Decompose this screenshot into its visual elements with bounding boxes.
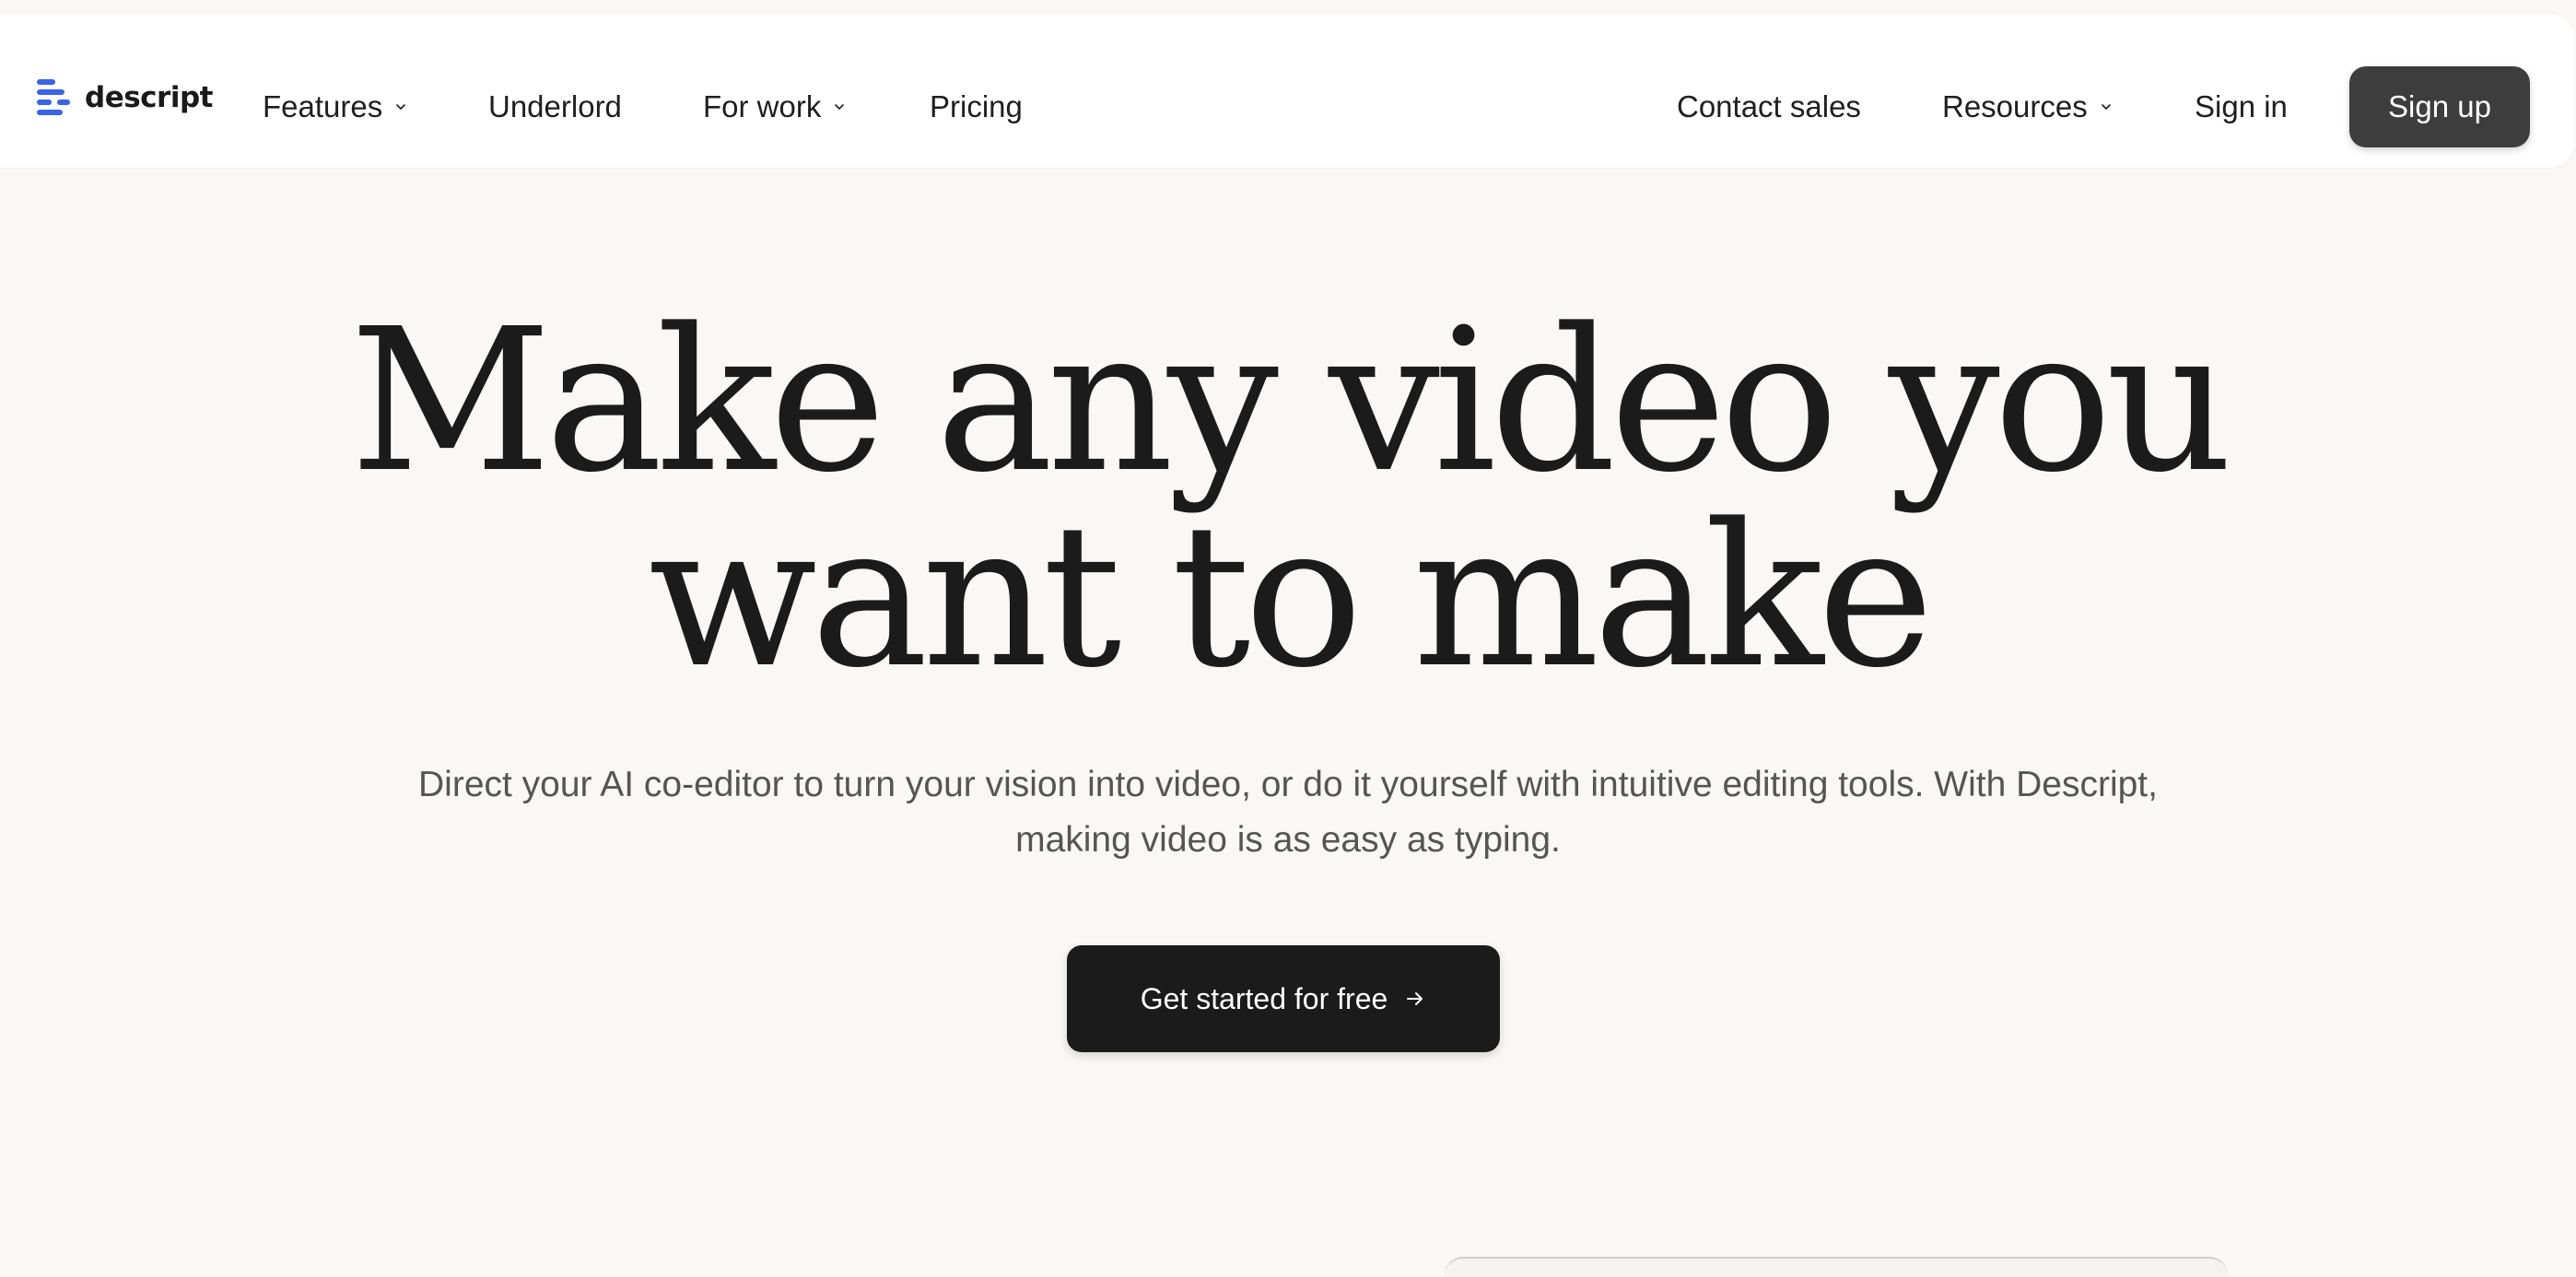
chevron-down-icon — [835, 104, 845, 110]
nav-item-label: Sign in — [2195, 89, 2288, 123]
nav-item-label: Features — [263, 89, 383, 123]
nav-item-label: For work — [703, 89, 822, 123]
nav-item-resources[interactable]: Resources — [1942, 77, 2112, 136]
nav-item-pricing[interactable]: Pricing — [930, 77, 1023, 136]
hero-title-line-2: want to make — [648, 482, 1934, 711]
hero-subtitle: Direct your AI co-editor to turn your vi… — [418, 765, 2158, 860]
nav-item-label: Underlord — [488, 89, 622, 123]
chevron-down-icon — [2101, 104, 2111, 110]
nav-item-features[interactable]: Features — [263, 77, 406, 136]
get-started-button[interactable]: Get started for free — [1067, 945, 1500, 1052]
chevron-down-icon — [396, 104, 406, 110]
nav-item-sign-in[interactable]: Sign in — [2195, 77, 2288, 136]
nav-item-underlord[interactable]: Underlord — [488, 77, 622, 136]
sign-up-button[interactable]: Sign up — [2349, 66, 2530, 147]
top-navbar: descript Features Underlord For work Pri… — [0, 15, 2574, 168]
nav-item-label: Contact sales — [1677, 89, 1861, 123]
hero-title-line-1: Make any video you — [349, 287, 2233, 516]
nav-item-label: Resources — [1942, 89, 2088, 123]
nav-item-for-work[interactable]: For work — [703, 77, 845, 136]
descript-logo-icon — [37, 79, 70, 115]
nav-item-contact-sales[interactable]: Contact sales — [1677, 77, 1861, 136]
arrow-right-icon — [1407, 992, 1423, 1005]
hero-title: Make any video you want to make — [0, 287, 2576, 711]
descript-logo[interactable]: descript — [37, 70, 213, 125]
cta-label: Get started for free — [1140, 981, 1388, 1015]
preview-card-edge — [1445, 1257, 2228, 1277]
nav-item-label: Pricing — [930, 89, 1023, 123]
logo-wordmark: descript — [85, 81, 213, 114]
